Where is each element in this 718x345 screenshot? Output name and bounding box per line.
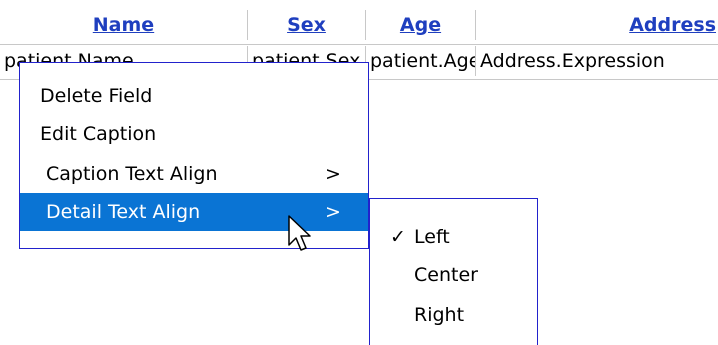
menu-item-caption-text-align[interactable]: Caption Text Align > <box>20 155 368 193</box>
submenu-arrow-icon: > <box>325 163 341 185</box>
submenu-arrow-icon: > <box>325 201 341 223</box>
arrow-pointer-icon <box>288 215 311 251</box>
menu-item-delete-field[interactable]: Delete Field <box>20 77 368 115</box>
context-menu: Delete Field Edit Caption Caption Text A… <box>19 62 369 249</box>
column-header-sex[interactable]: Sex <box>248 10 366 40</box>
menu-item-detail-text-align[interactable]: Detail Text Align > <box>20 193 368 231</box>
menu-item-label: Caption Text Align <box>46 163 218 185</box>
submenu-item-center[interactable]: Center <box>370 256 538 294</box>
submenu-item-label: Center <box>414 264 478 286</box>
submenu-item-label: Left <box>414 226 450 248</box>
submenu-item-right[interactable]: Right <box>370 296 538 334</box>
detail-align-submenu: ✓ Left Center Right <box>369 198 538 345</box>
menu-item-label: Delete Field <box>40 85 153 107</box>
detail-cell-age[interactable]: patient.Age <box>366 46 476 76</box>
column-header-address[interactable]: Address <box>476 10 718 40</box>
header-divider <box>0 44 718 45</box>
submenu-item-label: Right <box>414 304 465 326</box>
menu-item-label: Edit Caption <box>40 123 157 145</box>
submenu-item-left[interactable]: ✓ Left <box>370 218 538 256</box>
checkmark-icon: ✓ <box>390 226 406 248</box>
menu-item-label: Detail Text Align <box>46 201 201 223</box>
column-header-name[interactable]: Name <box>0 10 248 40</box>
column-header-age[interactable]: Age <box>366 10 476 40</box>
detail-cell-address[interactable]: Address.Expression <box>476 46 718 76</box>
menu-item-edit-caption[interactable]: Edit Caption <box>20 115 368 153</box>
